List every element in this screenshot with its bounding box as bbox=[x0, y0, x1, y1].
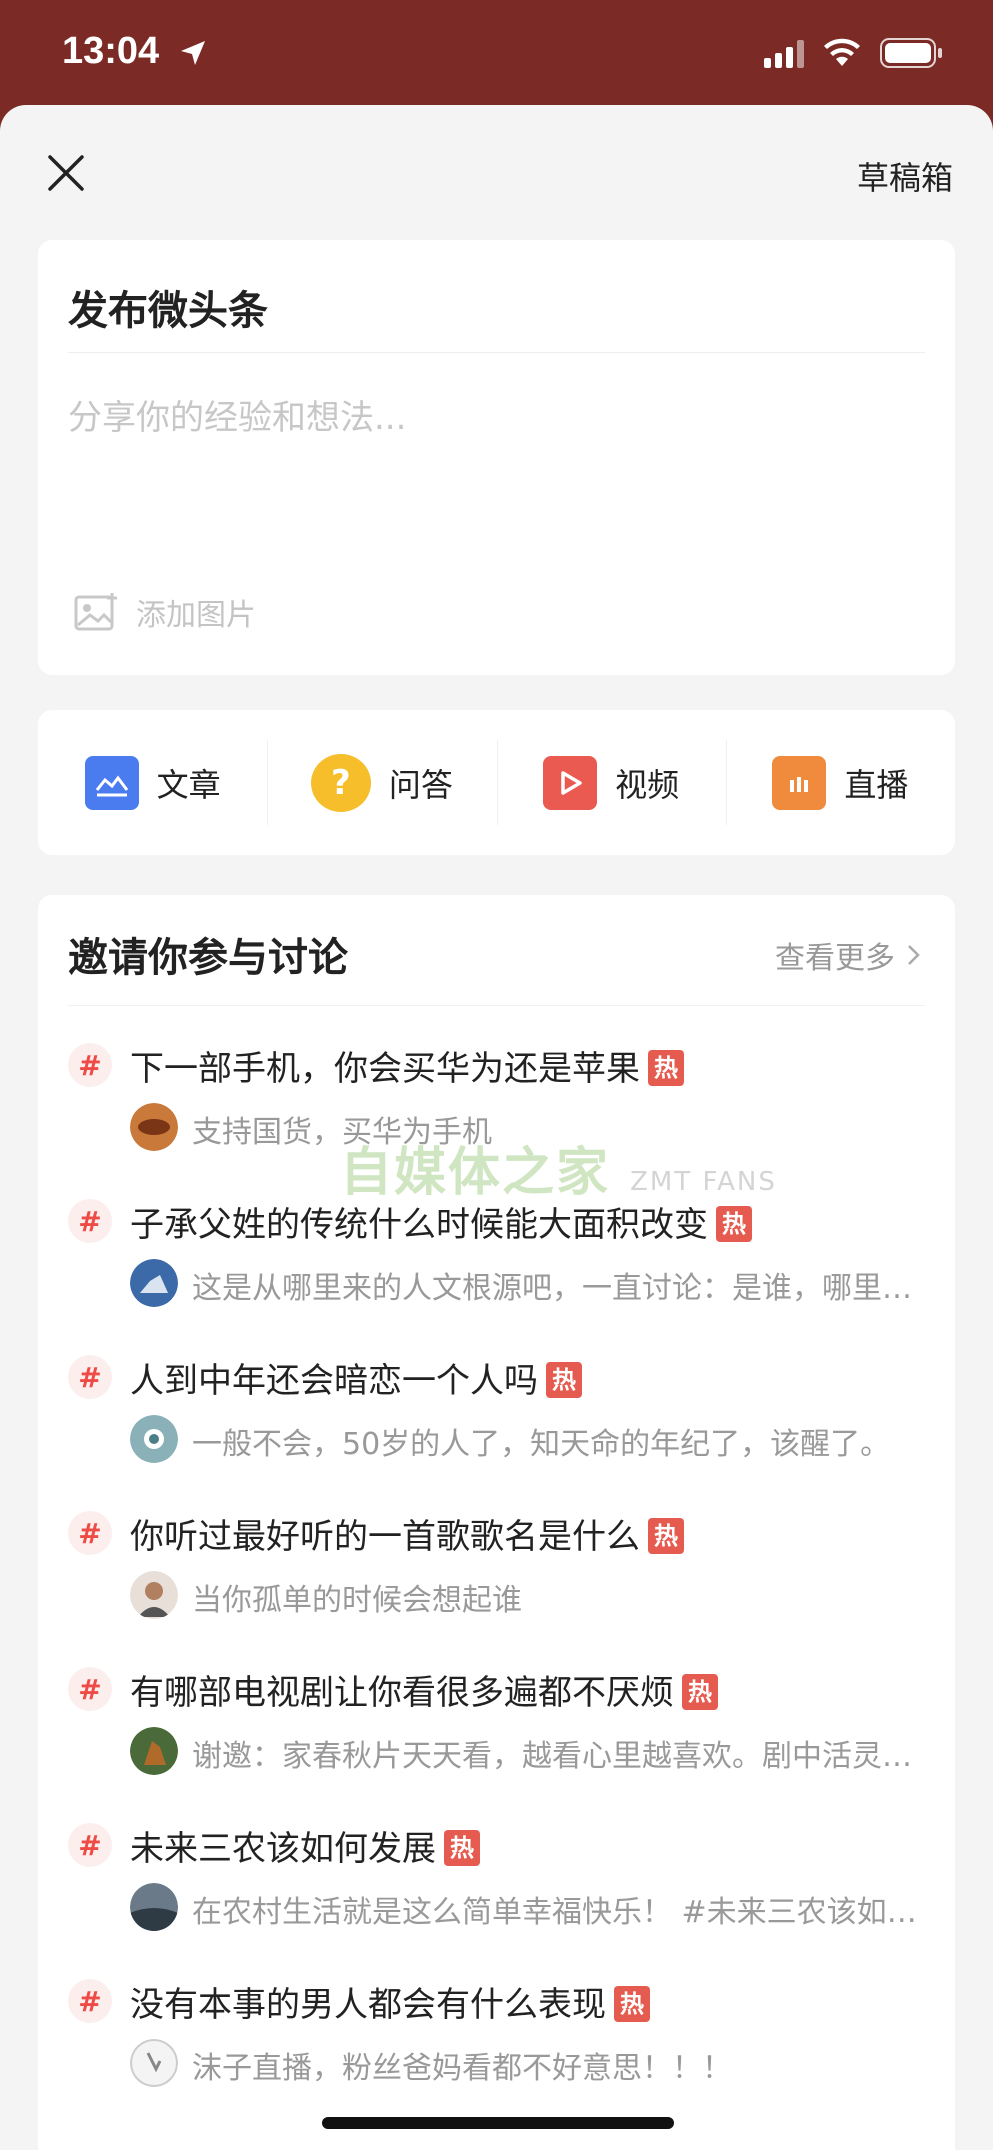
topic-title-text: 子承父姓的传统什么时候能大面积改变 bbox=[130, 1205, 708, 1245]
status-time: 13:04 bbox=[62, 30, 160, 72]
avatar bbox=[130, 1727, 178, 1775]
hashtag-icon: # bbox=[68, 1355, 112, 1399]
hashtag-icon: # bbox=[68, 1823, 112, 1867]
qa-icon: ? bbox=[310, 753, 371, 812]
type-article-button[interactable]: 文章 bbox=[38, 710, 267, 855]
add-image-icon bbox=[74, 593, 117, 631]
topic-reply: 沫子直播，粉丝爸妈看都不好意思！！！ bbox=[192, 2051, 732, 2086]
topic-reply: 在农村生活就是这么简单幸福快乐！ #未来三农该如何发展# bbox=[192, 1895, 932, 1930]
topic-title: 你听过最好听的一首歌歌名是什么热 bbox=[130, 1509, 684, 1558]
drafts-button[interactable]: 草稿箱 bbox=[857, 153, 953, 199]
hashtag-icon: # bbox=[68, 1667, 112, 1711]
hashtag-icon: # bbox=[68, 1979, 112, 2023]
home-indicator[interactable] bbox=[322, 2117, 674, 2129]
topic-item[interactable]: # 有哪部电视剧让你看很多遍都不厌烦热 谢邀：家春秋片天天看，越看心里越喜欢。剧… bbox=[38, 1657, 955, 1807]
chevron-right-icon bbox=[908, 945, 920, 965]
post-type-bar: 文章 ? 问答 视频 直播 bbox=[38, 710, 955, 855]
hot-badge: 热 bbox=[614, 1986, 650, 2022]
add-image-label: 添加图片 bbox=[136, 598, 256, 633]
topic-reply: 谢邀：家春秋片天天看，越看心里越喜欢。剧中活灵活现的人物 bbox=[192, 1739, 932, 1774]
topic-title: 未来三农该如何发展热 bbox=[130, 1821, 480, 1870]
hot-badge: 热 bbox=[648, 1518, 684, 1554]
hashtag-icon: # bbox=[68, 1043, 112, 1087]
hashtag-icon: # bbox=[68, 1511, 112, 1555]
avatar bbox=[130, 1415, 178, 1463]
type-label: 直播 bbox=[844, 765, 909, 804]
see-more-label: 查看更多 bbox=[775, 941, 895, 976]
top-bar: 草稿箱 bbox=[0, 105, 993, 235]
wifi-icon bbox=[824, 38, 860, 66]
see-more-link[interactable]: 查看更多 bbox=[775, 933, 925, 977]
divider bbox=[68, 1005, 925, 1006]
topic-item[interactable]: # 子承父姓的传统什么时候能大面积改变热 这是从哪里来的人文根源吧，一直讨论：是… bbox=[38, 1189, 955, 1339]
divider bbox=[68, 352, 925, 353]
topic-item[interactable]: # 下一部手机，你会买华为还是苹果热 支持国货，买华为手机 bbox=[38, 1033, 955, 1183]
topic-item[interactable]: # 人到中年还会暗恋一个人吗热 一般不会，50岁的人了，知天命的年纪了，该醒了。 bbox=[38, 1345, 955, 1495]
topic-item[interactable]: # 没有本事的男人都会有什么表现热 沫子直播，粉丝爸妈看都不好意思！！！ bbox=[38, 1969, 955, 2119]
cellular-signal-icon bbox=[764, 40, 804, 68]
battery-icon bbox=[880, 38, 942, 68]
hot-badge: 热 bbox=[648, 1050, 684, 1086]
topic-title-text: 未来三农该如何发展 bbox=[130, 1829, 436, 1869]
discussion-title: 邀请你参与讨论 bbox=[68, 935, 348, 981]
avatar bbox=[130, 1259, 178, 1307]
topic-title-text: 你听过最好听的一首歌歌名是什么 bbox=[130, 1517, 640, 1557]
article-icon bbox=[84, 755, 139, 810]
type-label: 文章 bbox=[156, 765, 221, 804]
topic-title-text: 没有本事的男人都会有什么表现 bbox=[130, 1985, 606, 2025]
add-image-button[interactable]: 添加图片 bbox=[74, 590, 256, 634]
video-icon bbox=[543, 755, 598, 810]
topic-title: 子承父姓的传统什么时候能大面积改变热 bbox=[130, 1197, 752, 1246]
close-icon[interactable] bbox=[46, 153, 86, 193]
avatar bbox=[130, 1103, 178, 1151]
topic-title-text: 人到中年还会暗恋一个人吗 bbox=[130, 1361, 538, 1401]
compose-title: 发布微头条 bbox=[68, 288, 268, 334]
topic-title-text: 下一部手机，你会买华为还是苹果 bbox=[130, 1049, 640, 1089]
status-bar: 13:04 bbox=[0, 0, 993, 105]
topic-title: 下一部手机，你会买华为还是苹果热 bbox=[130, 1041, 684, 1090]
topic-title: 没有本事的男人都会有什么表现热 bbox=[130, 1977, 650, 2026]
live-icon bbox=[772, 755, 827, 810]
discussion-card: 邀请你参与讨论 查看更多 # 下一部手机，你会买华为还是苹果热 支持国货，买华为… bbox=[38, 895, 955, 2150]
hashtag-icon: # bbox=[68, 1199, 112, 1243]
type-live-button[interactable]: 直播 bbox=[725, 710, 955, 855]
hot-badge: 热 bbox=[546, 1362, 582, 1398]
avatar bbox=[130, 2039, 178, 2087]
topic-reply: 当你孤单的时候会想起谁 bbox=[192, 1583, 522, 1618]
type-qa-button[interactable]: ? 问答 bbox=[267, 710, 496, 855]
type-video-button[interactable]: 视频 bbox=[496, 710, 726, 855]
topic-reply: 这是从哪里来的人文根源吧，一直讨论：是谁，哪里来的，到哪里去 bbox=[192, 1271, 932, 1306]
topic-item[interactable]: # 未来三农该如何发展热 在农村生活就是这么简单幸福快乐！ #未来三农该如何发展… bbox=[38, 1813, 955, 1963]
topic-item[interactable]: # 你听过最好听的一首歌歌名是什么热 当你孤单的时候会想起谁 bbox=[38, 1501, 955, 1651]
topic-reply: 支持国货，买华为手机 bbox=[192, 1115, 492, 1150]
publish-sheet: 草稿箱 发布微头条 分享你的经验和想法... 添加图片 文章 ? 问答 视频 直… bbox=[0, 105, 993, 2150]
topic-title: 人到中年还会暗恋一个人吗热 bbox=[130, 1353, 582, 1402]
hot-badge: 热 bbox=[444, 1830, 480, 1866]
hot-badge: 热 bbox=[682, 1674, 718, 1710]
topic-reply: 一般不会，50岁的人了，知天命的年纪了，该醒了。 bbox=[192, 1427, 891, 1462]
topic-title: 有哪部电视剧让你看很多遍都不厌烦热 bbox=[130, 1665, 718, 1714]
avatar bbox=[130, 1571, 178, 1619]
avatar bbox=[130, 1883, 178, 1931]
location-arrow-icon bbox=[181, 41, 205, 65]
compose-card: 发布微头条 分享你的经验和想法... 添加图片 bbox=[38, 240, 955, 675]
topic-title-text: 有哪部电视剧让你看很多遍都不厌烦 bbox=[130, 1673, 674, 1713]
type-label: 问答 bbox=[388, 765, 453, 804]
hot-badge: 热 bbox=[716, 1206, 752, 1242]
post-text-input[interactable]: 分享你的经验和想法... bbox=[68, 390, 918, 439]
type-label: 视频 bbox=[615, 765, 680, 804]
